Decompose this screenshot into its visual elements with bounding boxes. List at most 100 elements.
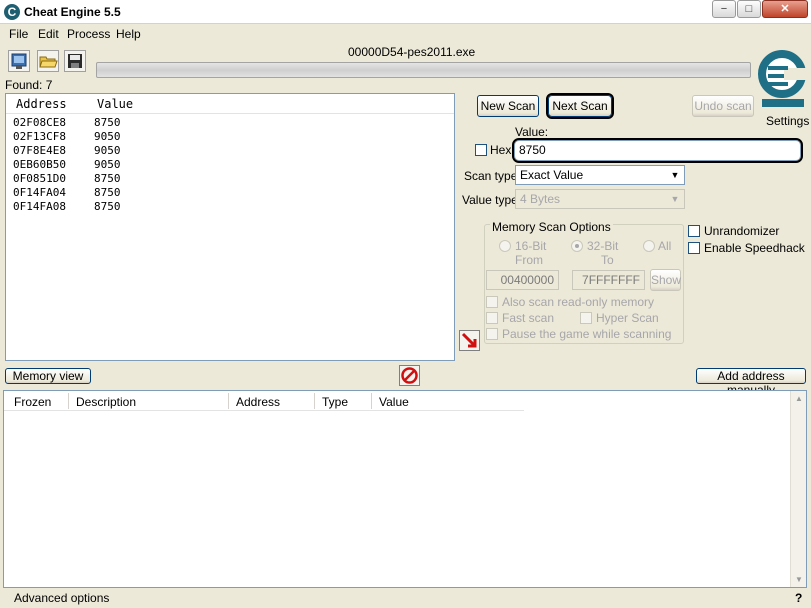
save-icon [68, 54, 82, 68]
scan-type-select[interactable]: Exact Value ▼ [515, 165, 685, 185]
unrandomizer-checkbox[interactable] [688, 225, 700, 237]
vertical-scrollbar[interactable]: ▲ ▼ [790, 391, 806, 587]
cheat-engine-icon: C [4, 4, 20, 20]
advanced-options-link[interactable]: Advanced options [14, 591, 109, 605]
next-scan-button[interactable]: Next Scan [546, 93, 614, 119]
unrandomizer-label: Unrandomizer [704, 224, 780, 238]
also-scan-readonly-label: Also scan read-only memory [502, 295, 655, 309]
help-link[interactable]: ? [795, 591, 802, 605]
clear-list-button[interactable] [399, 365, 420, 386]
fast-scan-checkbox[interactable] [486, 312, 498, 324]
close-button[interactable]: ✕ [762, 0, 808, 18]
result-address: 0F14FA08 [13, 200, 66, 213]
red-arrow-icon [461, 332, 477, 348]
value-input[interactable]: 8750 [512, 138, 803, 163]
radio-16bit[interactable] [499, 240, 511, 252]
result-address: 0EB60B50 [13, 158, 66, 171]
scan-type-value: Exact Value [520, 168, 584, 182]
result-address: 02F13CF8 [13, 130, 66, 143]
result-address: 0F0851D0 [13, 172, 66, 185]
menu-edit[interactable]: Edit [38, 27, 59, 41]
also-scan-readonly-checkbox[interactable] [486, 296, 498, 308]
chevron-down-icon: ▼ [670, 170, 680, 180]
hex-label: Hex [490, 143, 512, 157]
found-count: Found: 7 [5, 78, 53, 92]
radio-all[interactable] [643, 240, 655, 252]
enable-speedhack-checkbox[interactable] [688, 242, 700, 254]
column-divider[interactable] [228, 393, 229, 409]
menu-bar: File Edit Process Help [0, 24, 811, 44]
open-file-icon [39, 56, 58, 68]
result-address: 0F14FA04 [13, 186, 66, 199]
add-selected-to-list-button[interactable] [459, 330, 480, 351]
to-label: To [601, 253, 614, 267]
result-value: 9050 [94, 158, 121, 171]
hyper-scan-checkbox[interactable] [580, 312, 592, 324]
col-description[interactable]: Description [76, 395, 136, 409]
add-address-manually-button[interactable]: Add address manually [696, 368, 806, 397]
scroll-up-icon[interactable]: ▲ [795, 394, 803, 403]
select-process-icon [11, 53, 27, 69]
value-type-label: Value type [462, 193, 518, 207]
memory-scan-options-title: Memory Scan Options [490, 220, 613, 234]
hyper-scan-label: Hyper Scan [596, 311, 659, 325]
menu-file[interactable]: File [9, 27, 28, 41]
pause-game-checkbox[interactable] [486, 328, 498, 340]
window-title: Cheat Engine 5.5 [24, 5, 121, 19]
column-divider[interactable] [314, 393, 315, 409]
maximize-button[interactable]: □ [737, 0, 761, 18]
result-value: 8750 [94, 200, 121, 213]
column-divider[interactable] [371, 393, 372, 409]
to-address-input[interactable]: 7FFFFFFF [572, 270, 645, 290]
menu-help[interactable]: Help [116, 27, 141, 41]
col-frozen[interactable]: Frozen [14, 395, 51, 409]
enable-speedhack-label: Enable Speedhack [704, 241, 805, 255]
scan-progress-bar [96, 62, 751, 78]
cheat-table-header: Frozen Description Address Type Value [4, 391, 524, 411]
result-address: 07F8E4E8 [13, 144, 66, 157]
result-value: 8750 [94, 116, 121, 129]
result-value: 9050 [94, 144, 121, 157]
from-address-input[interactable]: 00400000 [486, 270, 559, 290]
chevron-down-icon: ▼ [670, 194, 680, 204]
select-process-button[interactable] [8, 50, 30, 72]
from-label: From [515, 253, 543, 267]
value-type-select[interactable]: 4 Bytes ▼ [515, 189, 685, 209]
col-address[interactable]: Address [236, 395, 280, 409]
process-name: 00000D54-pes2011.exe [348, 45, 476, 59]
no-entry-icon [401, 367, 418, 384]
value-type-value: 4 Bytes [520, 192, 561, 206]
radio-32bit-label: 32-Bit [587, 239, 619, 253]
settings-link[interactable]: Settings [766, 114, 809, 128]
col-type[interactable]: Type [322, 395, 348, 409]
new-scan-button[interactable]: New Scan [477, 95, 539, 117]
fast-scan-label: Fast scan [502, 311, 555, 325]
minimize-button[interactable]: − [712, 0, 736, 18]
show-button[interactable]: Show [650, 269, 681, 291]
memory-view-button[interactable]: Memory view [5, 368, 91, 384]
undo-scan-button[interactable]: Undo scan [692, 95, 754, 117]
result-value: 8750 [94, 172, 121, 185]
radio-16bit-label: 16-Bit [515, 239, 547, 253]
results-header: Address Value [6, 94, 454, 114]
title-bar: C Cheat Engine 5.5 − □ ✕ [0, 0, 811, 24]
hex-checkbox[interactable] [475, 144, 487, 156]
scroll-down-icon[interactable]: ▼ [795, 575, 803, 584]
radio-32bit[interactable] [571, 240, 583, 252]
pause-game-label: Pause the game while scanning [502, 327, 672, 341]
scan-results-list[interactable]: Address Value 02F08CE8 8750 02F13CF8 905… [5, 93, 455, 361]
column-divider[interactable] [68, 393, 69, 409]
result-value: 8750 [94, 186, 121, 199]
col-value[interactable]: Value [379, 395, 409, 409]
radio-all-label: All [658, 239, 672, 253]
cheat-table[interactable]: Frozen Description Address Type Value ▲ … [3, 390, 807, 588]
scan-type-label: Scan type [464, 169, 518, 183]
menu-process[interactable]: Process [67, 27, 110, 41]
result-value: 9050 [94, 130, 121, 143]
open-file-button[interactable] [37, 50, 59, 72]
results-header-address[interactable]: Address [16, 97, 67, 111]
save-button[interactable] [64, 50, 86, 72]
cheat-engine-logo[interactable] [756, 46, 810, 110]
results-header-value[interactable]: Value [97, 97, 133, 111]
result-address: 02F08CE8 [13, 116, 66, 129]
